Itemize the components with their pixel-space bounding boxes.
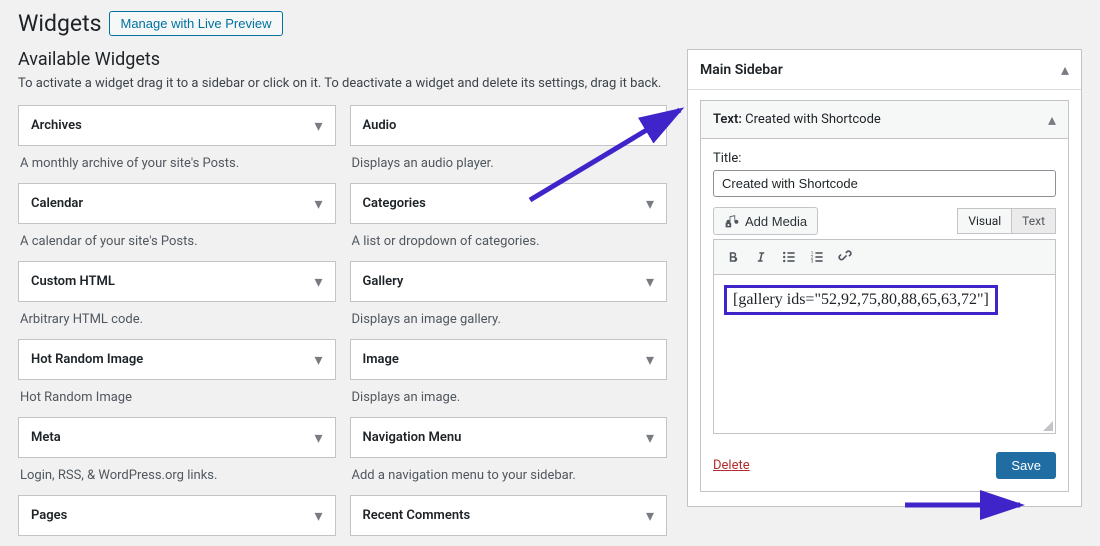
widget-label: Recent Comments [363, 508, 471, 523]
widget-pages[interactable]: Pages ▾ [18, 495, 336, 536]
sidebar-title: Main Sidebar [700, 62, 783, 78]
widget-instance: Text: Created with Shortcode ▴ Title: Ad… [700, 100, 1069, 492]
widget-archives[interactable]: Archives ▾ [18, 105, 336, 146]
bullet-list-button[interactable] [776, 244, 802, 270]
widget-desc: Displays an image. [350, 380, 668, 417]
widget-type-label: Text [713, 112, 738, 127]
title-input[interactable] [713, 170, 1056, 197]
widget-desc: Displays an audio player. [350, 146, 668, 183]
widget-label: Pages [31, 508, 67, 523]
widget-label: Archives [31, 118, 82, 133]
widget-desc: Displays an image gallery. [350, 302, 668, 339]
svg-text:3: 3 [811, 259, 814, 265]
caret-down-icon: ▾ [646, 194, 654, 213]
add-media-button[interactable]: Add Media [713, 207, 818, 235]
caret-up-icon: ▴ [1061, 60, 1069, 79]
caret-down-icon: ▾ [646, 428, 654, 447]
caret-down-icon: ▾ [314, 428, 322, 447]
tab-text[interactable]: Text [1012, 208, 1056, 234]
widget-desc: A monthly archive of your site's Posts. [18, 146, 336, 183]
sidebar-toggle[interactable]: Main Sidebar ▴ [688, 50, 1081, 90]
add-media-label: Add Media [745, 214, 807, 229]
widget-desc: Arbitrary HTML code. [18, 302, 336, 339]
caret-down-icon: ▾ [646, 506, 654, 525]
widget-label: Meta [31, 430, 61, 445]
delete-link[interactable]: Delete [713, 458, 750, 473]
numbered-list-button[interactable]: 123 [804, 244, 830, 270]
available-helptext: To activate a widget drag it to a sideba… [18, 76, 667, 91]
widget-instance-name: Created with Shortcode [745, 112, 881, 127]
link-button[interactable] [832, 244, 858, 270]
widget-desc: A list or dropdown of categories. [350, 224, 668, 261]
caret-up-icon: ▴ [1048, 110, 1056, 129]
widget-label: Custom HTML [31, 274, 115, 289]
camera-music-icon [724, 213, 740, 229]
widget-recent-comments[interactable]: Recent Comments ▾ [350, 495, 668, 536]
widget-label: Image [363, 352, 399, 367]
widget-gallery[interactable]: Gallery ▾ [350, 261, 668, 302]
widget-label: Calendar [31, 196, 83, 211]
resize-handle-icon[interactable] [1043, 421, 1053, 431]
available-heading: Available Widgets [18, 49, 667, 70]
caret-down-icon: ▾ [646, 350, 654, 369]
caret-down-icon: ▾ [314, 272, 322, 291]
live-preview-button[interactable]: Manage with Live Preview [109, 11, 282, 36]
widget-label: Navigation Menu [363, 430, 462, 445]
widget-categories[interactable]: Categories ▾ [350, 183, 668, 224]
widget-label: Audio [363, 118, 397, 133]
widget-label: Hot Random Image [31, 352, 143, 367]
bold-button[interactable] [720, 244, 746, 270]
widget-desc: A calendar of your site's Posts. [18, 224, 336, 261]
caret-down-icon: ▾ [314, 194, 322, 213]
widget-desc: Login, RSS, & WordPress.org links. [18, 458, 336, 495]
widget-audio[interactable]: Audio ▾ [350, 105, 668, 146]
widget-label: Categories [363, 196, 426, 211]
italic-button[interactable] [748, 244, 774, 270]
caret-down-icon: ▾ [646, 272, 654, 291]
widget-desc: Hot Random Image [18, 380, 336, 417]
save-button[interactable]: Save [996, 452, 1056, 479]
tab-visual[interactable]: Visual [957, 208, 1012, 234]
content-editor[interactable]: [gallery ids="52,92,75,80,88,65,63,72"] [713, 274, 1056, 434]
widget-meta[interactable]: Meta ▾ [18, 417, 336, 458]
editor-toolbar: 123 [713, 239, 1056, 274]
widget-instance-toggle[interactable]: Text: Created with Shortcode ▴ [701, 101, 1068, 139]
shortcode-text: [gallery ids="52,92,75,80,88,65,63,72"] [724, 285, 998, 315]
widget-hot-random-image[interactable]: Hot Random Image ▾ [18, 339, 336, 380]
caret-down-icon: ▾ [314, 350, 322, 369]
caret-down-icon: ▾ [646, 116, 654, 135]
caret-down-icon: ▾ [314, 506, 322, 525]
widget-custom-html[interactable]: Custom HTML ▾ [18, 261, 336, 302]
widget-label: Gallery [363, 274, 404, 289]
widget-image[interactable]: Image ▾ [350, 339, 668, 380]
page-title: Widgets [18, 10, 101, 37]
sidebar-region: Main Sidebar ▴ Text: Created with Shortc… [687, 49, 1082, 507]
caret-down-icon: ▾ [314, 116, 322, 135]
widget-navigation-menu[interactable]: Navigation Menu ▾ [350, 417, 668, 458]
widget-calendar[interactable]: Calendar ▾ [18, 183, 336, 224]
widget-desc: Add a navigation menu to your sidebar. [350, 458, 668, 495]
title-field-label: Title: [713, 151, 1056, 166]
